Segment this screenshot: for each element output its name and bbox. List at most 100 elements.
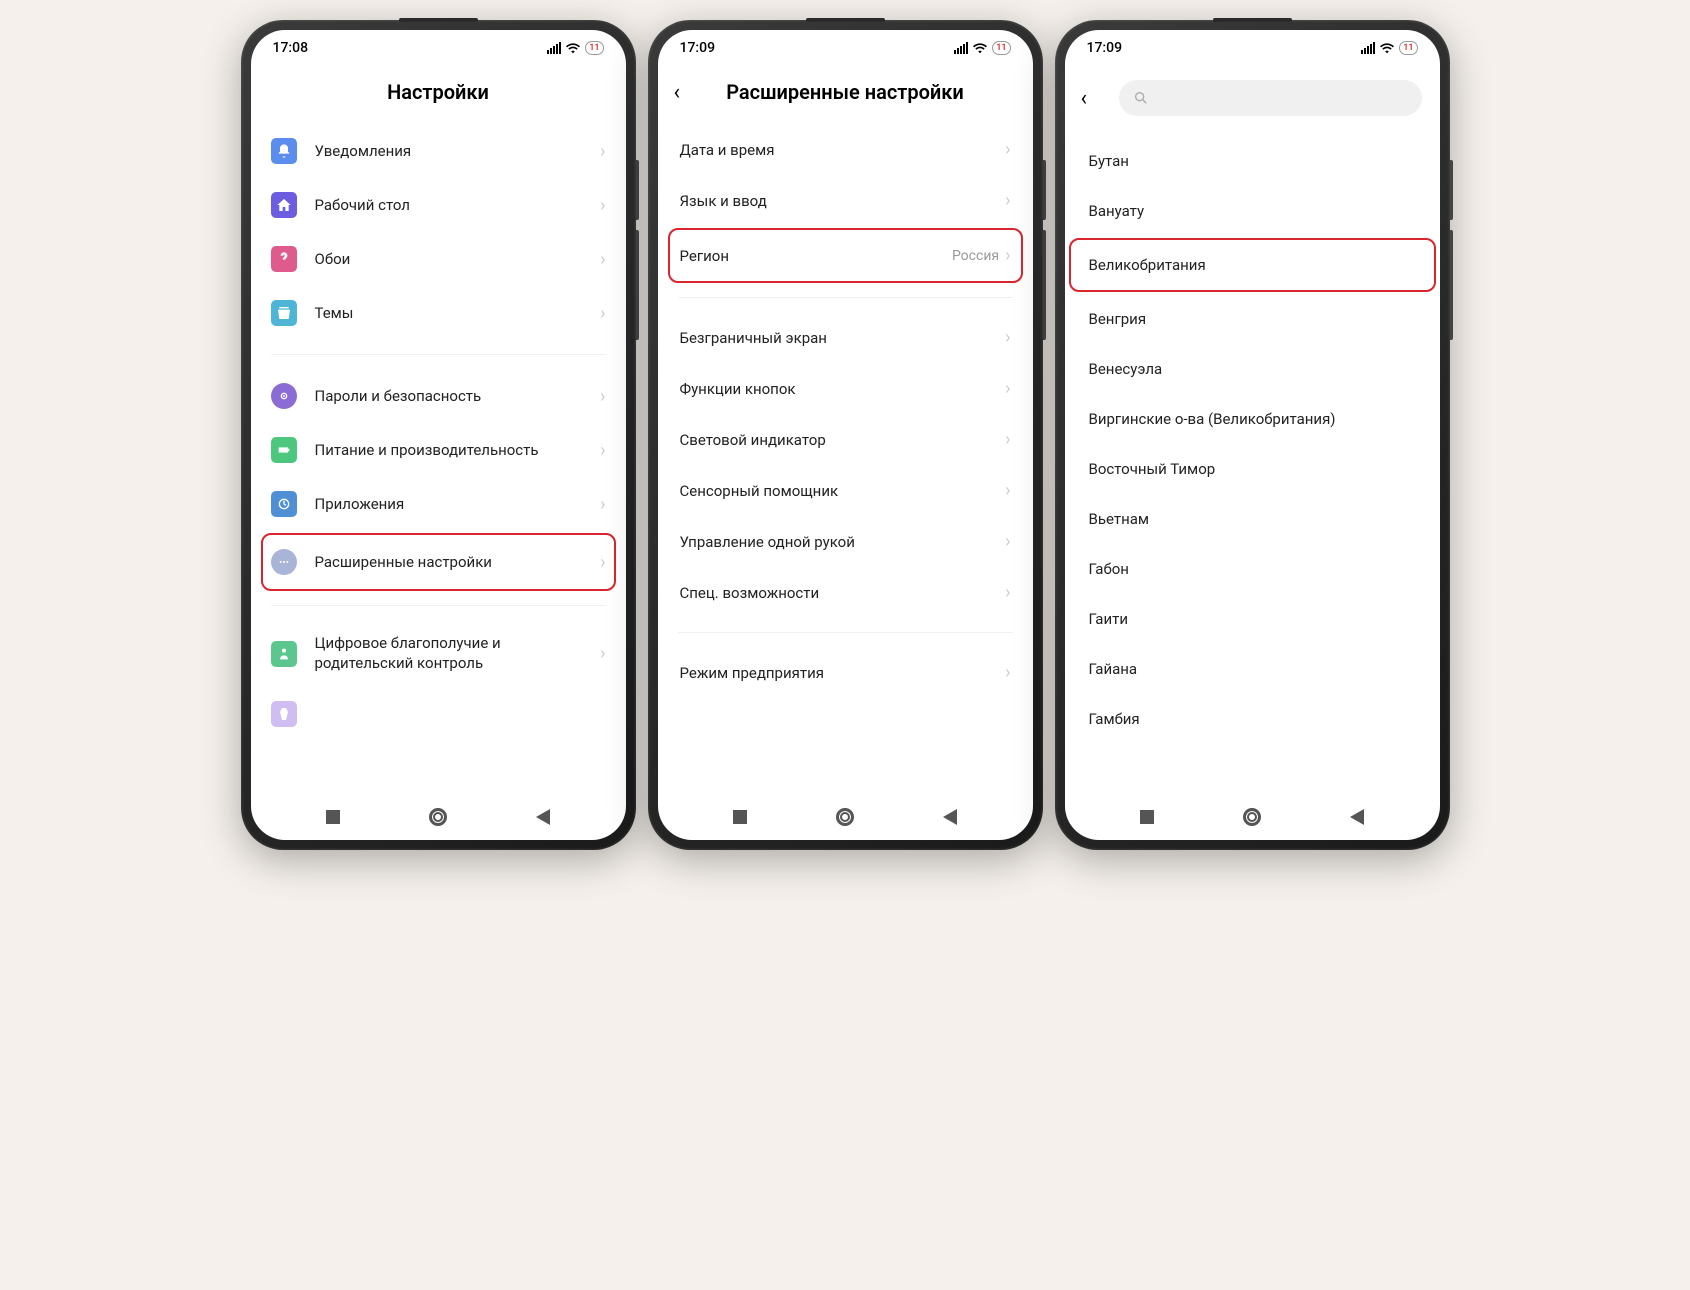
settings-item-datetime[interactable]: Дата и время › <box>670 124 1021 175</box>
nav-back-button[interactable] <box>930 797 970 837</box>
chevron-right-icon: › <box>600 643 605 664</box>
country-item[interactable]: Великобритания <box>1069 238 1436 292</box>
item-label: Уведомления <box>315 142 601 160</box>
wellbeing-icon <box>271 641 297 667</box>
settings-item-desktop[interactable]: Рабочий стол › <box>263 178 614 232</box>
country-item[interactable]: Гамбия <box>1071 694 1434 744</box>
settings-item-onehanded[interactable]: Управление одной рукой › <box>670 516 1021 567</box>
chevron-right-icon: › <box>600 552 605 573</box>
chevron-right-icon: › <box>600 303 605 324</box>
status-bar: 17:09 11 <box>658 30 1033 66</box>
chevron-right-icon: › <box>600 195 605 216</box>
settings-list: Уведомления › Рабочий стол › Обои › Темы… <box>251 124 626 794</box>
divider <box>271 354 606 355</box>
item-label: Спец. возможности <box>680 584 1006 602</box>
country-item[interactable]: Виргинские о-ва (Великобритания) <box>1071 394 1434 444</box>
chevron-right-icon: › <box>600 141 605 162</box>
signal-icon <box>1361 42 1375 54</box>
settings-item-apps[interactable]: Приложения › <box>263 477 614 531</box>
country-label: Гамбия <box>1089 710 1416 728</box>
wifi-icon <box>973 41 987 55</box>
settings-item-partial[interactable] <box>263 687 614 741</box>
chevron-right-icon: › <box>1005 190 1010 211</box>
nav-recent-button[interactable] <box>1127 797 1167 837</box>
chevron-right-icon: › <box>1005 429 1010 450</box>
settings-item-security[interactable]: Пароли и безопасность › <box>263 369 614 423</box>
country-item[interactable]: Гайана <box>1071 644 1434 694</box>
nav-back-button[interactable] <box>523 797 563 837</box>
country-item[interactable]: Бутан <box>1071 136 1434 186</box>
battery-icon: 11 <box>1399 41 1417 55</box>
settings-item-fullscreen[interactable]: Безграничный экран › <box>670 312 1021 363</box>
settings-item-notifications[interactable]: Уведомления › <box>263 124 614 178</box>
settings-item-accessibility[interactable]: Спец. возможности › <box>670 567 1021 618</box>
item-label: Цифровое благополучие и родительский кон… <box>315 634 601 673</box>
settings-item-wellbeing[interactable]: Цифровое благополучие и родительский кон… <box>263 620 614 687</box>
item-label: Пароли и безопасность <box>315 387 601 405</box>
item-label: Обои <box>315 250 601 268</box>
screen-header: Настройки <box>251 66 626 124</box>
status-time: 17:08 <box>273 40 309 56</box>
chevron-right-icon: › <box>1005 662 1010 683</box>
divider <box>678 297 1013 298</box>
settings-item-buttons[interactable]: Функции кнопок › <box>670 363 1021 414</box>
page-title: Расширенные настройки <box>676 80 1015 104</box>
country-item[interactable]: Гаити <box>1071 594 1434 644</box>
country-item[interactable]: Вьетнам <box>1071 494 1434 544</box>
search-input[interactable] <box>1119 80 1422 116</box>
chevron-right-icon: › <box>600 249 605 270</box>
item-label: Безграничный экран <box>680 329 1006 347</box>
country-item[interactable]: Вануату <box>1071 186 1434 236</box>
settings-item-region[interactable]: Регион Россия › <box>668 228 1023 283</box>
item-label: Функции кнопок <box>680 380 1006 398</box>
country-item[interactable]: Венгрия <box>1071 294 1434 344</box>
country-item[interactable]: Венесуэла <box>1071 344 1434 394</box>
settings-item-enterprise[interactable]: Режим предприятия › <box>670 647 1021 698</box>
signal-icon <box>954 42 968 54</box>
nav-home-button[interactable] <box>1232 797 1272 837</box>
item-value: Россия <box>952 248 999 264</box>
status-bar: 17:09 11 <box>1065 30 1440 66</box>
item-label: Сенсорный помощник <box>680 482 1006 500</box>
chevron-right-icon: › <box>1005 378 1010 399</box>
chevron-right-icon: › <box>1005 480 1010 501</box>
wifi-icon <box>566 41 580 55</box>
advanced-settings-list: Дата и время › Язык и ввод › Регион Росс… <box>658 124 1033 794</box>
nav-recent-button[interactable] <box>720 797 760 837</box>
settings-item-advanced[interactable]: Расширенные настройки › <box>261 533 616 591</box>
battery-power-icon <box>271 437 297 463</box>
item-label: Язык и ввод <box>680 192 1006 210</box>
country-label: Восточный Тимор <box>1089 460 1416 478</box>
screen-header: ‹ Расширенные настройки <box>658 66 1033 124</box>
lock-icon <box>271 383 297 409</box>
settings-item-themes[interactable]: Темы › <box>263 286 614 340</box>
country-item[interactable]: Восточный Тимор <box>1071 444 1434 494</box>
status-bar: 17:08 11 <box>251 30 626 66</box>
divider <box>271 605 606 606</box>
back-button[interactable]: ‹ <box>674 80 681 105</box>
chevron-right-icon: › <box>600 440 605 461</box>
divider <box>678 632 1013 633</box>
settings-item-led[interactable]: Световой индикатор › <box>670 414 1021 465</box>
nav-home-button[interactable] <box>825 797 865 837</box>
settings-item-battery[interactable]: Питание и производительность › <box>263 423 614 477</box>
battery-icon: 11 <box>992 41 1010 55</box>
chevron-right-icon: › <box>600 386 605 407</box>
settings-item-quickball[interactable]: Сенсорный помощник › <box>670 465 1021 516</box>
country-label: Венесуэла <box>1089 360 1416 378</box>
chevron-right-icon: › <box>1005 245 1010 266</box>
settings-item-language[interactable]: Язык и ввод › <box>670 175 1021 226</box>
home-icon <box>271 192 297 218</box>
theme-icon <box>271 300 297 326</box>
nav-recent-button[interactable] <box>313 797 353 837</box>
back-button[interactable]: ‹ <box>1081 86 1088 111</box>
chevron-right-icon: › <box>1005 531 1010 552</box>
chevron-right-icon: › <box>1005 327 1010 348</box>
settings-item-wallpaper[interactable]: Обои › <box>263 232 614 286</box>
item-label: Световой индикатор <box>680 431 1006 449</box>
nav-home-button[interactable] <box>418 797 458 837</box>
item-label: Приложения <box>315 495 601 513</box>
nav-back-button[interactable] <box>1337 797 1377 837</box>
nav-bar <box>251 794 626 840</box>
country-item[interactable]: Габон <box>1071 544 1434 594</box>
